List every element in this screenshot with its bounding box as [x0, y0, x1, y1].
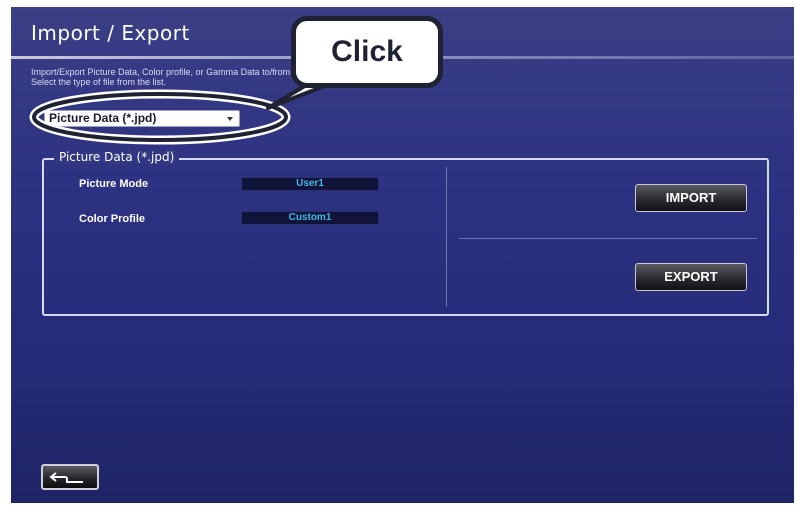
highlight-ellipse-outline — [32, 92, 288, 142]
click-callout: Click — [291, 16, 443, 88]
